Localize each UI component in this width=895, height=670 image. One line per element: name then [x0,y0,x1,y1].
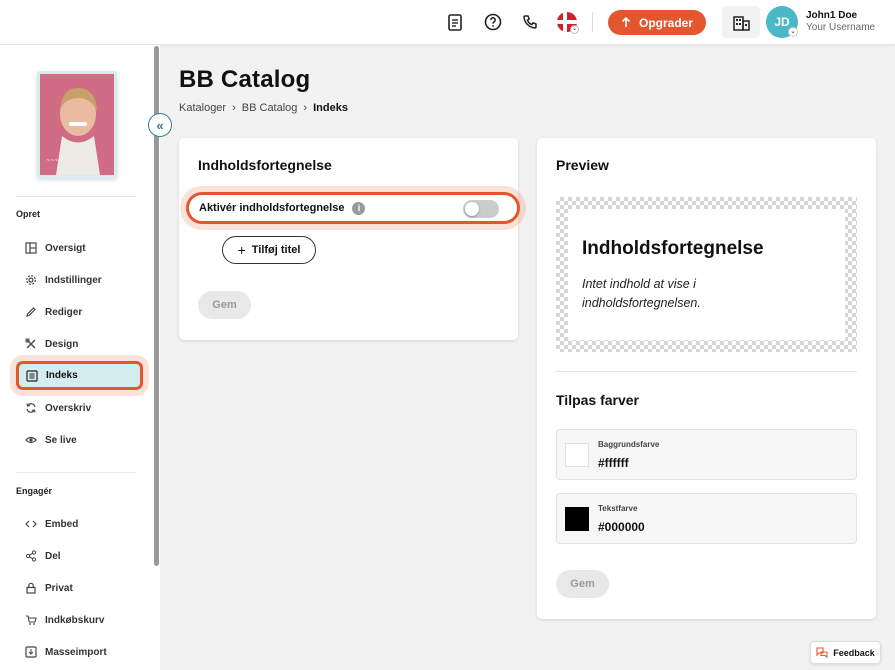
sidebar-item-label: Oversigt [45,242,86,254]
chevron-down-icon: ⌄ [570,25,579,34]
preview-content: Indholdsfortegnelse Intet indhold at vis… [568,209,845,340]
breadcrumb-link-kataloger[interactable]: Kataloger [179,102,226,114]
arrow-up-icon [621,17,631,27]
upgrade-label: Opgrader [638,15,693,30]
switch-knob [465,202,479,216]
text-color-swatch[interactable] [565,507,589,531]
refresh-icon [24,401,38,415]
sidebar-item-indkobskurv[interactable]: Indkøbskurv [18,608,142,632]
gear-icon [24,273,38,287]
code-icon [24,517,38,531]
sidebar-item-label: Privat [45,582,73,594]
sidebar-item-label: Se live [45,434,77,446]
sidebar-item-indstillinger[interactable]: Indstillinger [18,268,142,292]
sidebar-item-label: Embed [45,518,79,530]
colors-title: Tilpas farver [556,392,640,408]
chevron-down-icon: ⌄ [788,27,798,37]
layout-icon [24,241,38,255]
background-color-value: #ffffff [598,456,629,470]
preview-card-title: Preview [556,157,609,173]
sidebar-item-label: Indkøbskurv [45,614,105,626]
design-tools-icon [24,337,38,351]
phone-icon[interactable] [520,12,540,32]
lock-icon [24,581,38,595]
breadcrumb-current: Indeks [313,102,348,114]
pencil-icon [24,305,38,319]
organization-button[interactable] [722,6,760,38]
text-color-field[interactable]: Tekstfarve #000000 [556,493,857,544]
share-icon [24,549,38,563]
plus-icon: + [237,242,246,258]
toc-toggle-switch[interactable] [463,200,499,218]
sidebar-item-indeks[interactable]: Indeks [16,361,143,390]
sidebar-item-label: Overskriv [45,402,92,414]
preview-frame: Indholdsfortegnelse Intet indhold at vis… [556,197,857,352]
toc-card-title: Indholdsfortegnelse [198,157,332,173]
index-list-icon [25,369,39,383]
sidebar-item-design[interactable]: Design [18,332,142,356]
upgrade-button[interactable]: Opgrader [608,10,706,35]
help-icon[interactable] [483,12,503,32]
chevron-right-icon: › [303,102,308,114]
breadcrumb-link-catalog[interactable]: BB Catalog [242,102,298,114]
sidebar-item-privat[interactable]: Privat [18,576,142,600]
feedback-button[interactable]: Feedback [810,641,881,664]
sidebar-item-del[interactable]: Del [18,544,142,568]
cart-icon [24,613,38,627]
add-title-button[interactable]: + Tilføj titel [222,236,316,264]
sidebar-item-label: Indstillinger [45,274,102,286]
import-icon [24,645,38,659]
sidebar-item-se-live[interactable]: Se live [18,428,142,452]
toc-toggle-label: Aktivér indholdsfortegnelse [199,202,345,214]
document-icon[interactable] [445,12,465,32]
section-heading-engager: Engagér [16,486,53,496]
background-color-label: Baggrundsfarve [598,440,660,449]
section-heading-opret: Opret [16,209,41,219]
sidebar-item-label: Rediger [45,306,83,318]
eye-icon [24,433,38,447]
sidebar-item-overskriv[interactable]: Overskriv [18,396,142,420]
building-icon [732,15,750,31]
save-colors-button[interactable]: Gem [556,570,609,598]
breadcrumb: Kataloger › BB Catalog › Indeks [179,102,348,114]
preview-text: Intet indhold at vise i indholdsfortegne… [582,277,701,310]
user-username: Your Username [806,22,876,33]
user-name: John1 Doe [806,10,858,21]
text-color-label: Tekstfarve [598,504,638,513]
add-title-label: Tilføj titel [251,244,301,256]
info-icon[interactable]: i [352,201,366,215]
sidebar-item-embed[interactable]: Embed [18,512,142,536]
sidebar-item-rediger[interactable]: Rediger [18,300,142,324]
double-chevron-left-icon: « [156,117,164,133]
toc-toggle-row[interactable]: Aktivér indholdsfortegnelse i [186,192,520,224]
preview-heading: Indholdsfortegnelse [582,238,764,259]
sidebar-item-masseimport[interactable]: Masseimport [18,640,142,664]
catalog-cover-thumbnail[interactable]: ~~~~ [37,71,117,178]
sidebar-item-oversigt[interactable]: Oversigt [18,236,142,260]
feedback-label: Feedback [833,647,875,658]
top-bar: ⌄ Opgrader JD ⌄ John1 Doe Your Username [0,0,895,45]
sidebar-item-label: Masseimport [45,646,107,658]
background-color-field[interactable]: Baggrundsfarve #ffffff [556,429,857,480]
divider [592,12,593,32]
chevron-right-icon: › [232,102,236,114]
divider [16,196,136,197]
sidebar-item-label: Design [45,338,79,350]
sidebar-item-label: Indeks [46,370,78,381]
text-color-value: #000000 [598,520,645,534]
page-title: BB Catalog [179,66,311,93]
collapse-sidebar-button[interactable]: « [148,113,172,137]
save-button[interactable]: Gem [198,291,251,319]
svg-text:~~~~: ~~~~ [46,158,63,164]
background-color-swatch[interactable] [565,443,589,467]
sidebar-item-label: Del [45,550,61,562]
divider [16,472,136,473]
divider [556,371,857,372]
feedback-icon [816,647,828,658]
